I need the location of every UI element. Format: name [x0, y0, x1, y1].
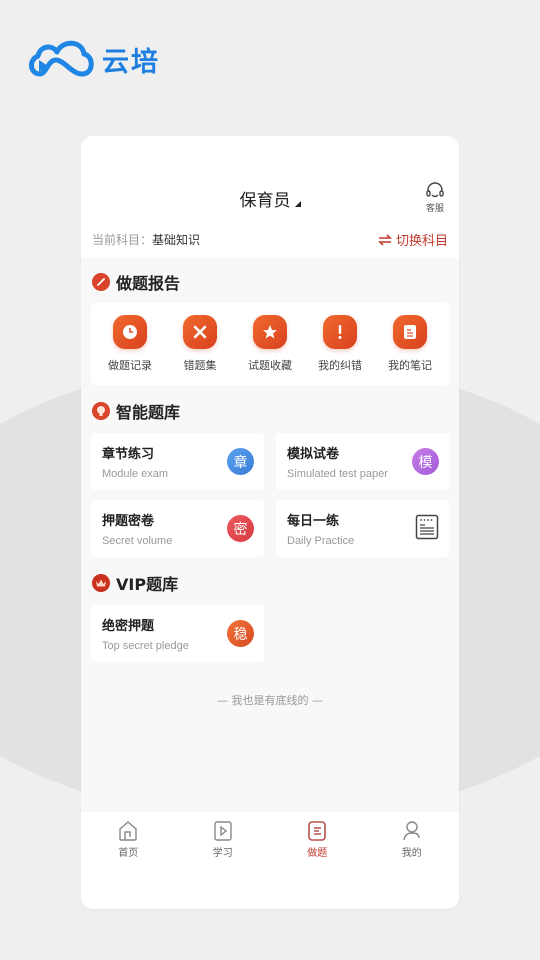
tab-mine[interactable]: 我的 [377, 820, 447, 909]
report-item-favorites[interactable]: 试题收藏 [237, 315, 303, 373]
report-item-corrections[interactable]: 我的纠错 [307, 315, 373, 373]
report-item-wrong[interactable]: 错题集 [167, 315, 233, 373]
section-vip-title: VIP题库 [92, 571, 459, 595]
mock-badge-icon: 模 [412, 448, 439, 475]
calendar-doc-icon [415, 514, 439, 540]
lightbulb-icon [92, 402, 110, 420]
star-icon [253, 315, 287, 349]
top-secret-badge-icon: 稳 [227, 620, 254, 647]
home-icon [119, 821, 137, 841]
tile-daily-practice[interactable]: 每日一练 Daily Practice [276, 500, 449, 557]
section-smart-label: 智能题库 [116, 403, 181, 422]
section-report-title: 做题报告 [92, 270, 459, 294]
note-icon [393, 315, 427, 349]
chapter-badge-icon: 章 [227, 448, 254, 475]
app-name: 云培 [102, 46, 160, 78]
dropdown-caret-icon [294, 201, 301, 207]
tile-top-secret[interactable]: 绝密押题 Top secret pledge 稳 [91, 605, 264, 662]
secret-badge-icon: 密 [227, 515, 254, 542]
report-item-history[interactable]: 做题记录 [97, 315, 163, 373]
crown-icon [92, 574, 110, 592]
headset-icon [426, 182, 444, 198]
tab-home[interactable]: 首页 [93, 820, 163, 909]
tab-label: 首页 [118, 848, 139, 859]
exam-title: 保育员 [239, 191, 291, 211]
subject-row: 当前科目：基础知识 切换科目 [92, 230, 448, 249]
subject-prefix: 当前科目： [92, 233, 153, 247]
customer-service-button[interactable]: 客服 [425, 182, 445, 214]
report-item-label: 我的纠错 [318, 359, 362, 372]
tab-label: 学习 [212, 848, 233, 859]
service-label: 客服 [425, 204, 444, 214]
current-subject: 当前科目：基础知识 [92, 231, 200, 248]
header: 保育员 客服 当前科目：基础知识 切换科目 [81, 136, 459, 258]
tile-secret-volume[interactable]: 押题密卷 Secret volume 密 [91, 500, 264, 557]
end-of-list-note: — 我也是有底线的 — [217, 694, 323, 707]
tile-chapter-practice[interactable]: 章节练习 Module exam 章 [91, 433, 264, 490]
app-logo: 云培 [26, 38, 160, 80]
report-item-label: 做题记录 [108, 359, 152, 372]
user-icon [403, 821, 420, 841]
vip-bank-grid: 绝密押题 Top secret pledge 稳 [91, 605, 449, 662]
section-report-label: 做题报告 [116, 274, 181, 293]
tab-label: 做题 [307, 848, 328, 859]
report-item-label: 我的笔记 [388, 359, 432, 372]
swap-icon [378, 233, 392, 246]
video-play-icon [214, 821, 232, 841]
bottom-tabbar: 首页 学习 做题 我的 [81, 812, 459, 909]
subject-value: 基础知识 [152, 233, 201, 247]
close-icon [183, 315, 217, 349]
report-item-notes[interactable]: 我的笔记 [377, 315, 443, 373]
report-item-label: 试题收藏 [248, 359, 292, 372]
smart-bank-grid: 章节练习 Module exam 章 模拟试卷 Simulated test p… [91, 433, 449, 557]
exclamation-icon [323, 315, 357, 349]
report-panel: 做题记录 错题集 试题收藏 我的纠错 我的笔记 [91, 303, 449, 385]
pencil-icon [92, 273, 110, 291]
tab-label: 我的 [401, 848, 422, 859]
switch-subject-button[interactable]: 切换科目 [378, 230, 448, 249]
report-item-label: 错题集 [183, 359, 217, 372]
section-vip-label: VIP题库 [116, 575, 179, 594]
exam-selector[interactable]: 保育员 [81, 186, 459, 211]
tab-practice[interactable]: 做题 [282, 820, 352, 909]
practice-doc-icon [308, 821, 327, 841]
clock-icon [113, 315, 147, 349]
tile-mock-exam[interactable]: 模拟试卷 Simulated test paper 模 [276, 433, 449, 490]
section-smart-title: 智能题库 [92, 399, 459, 423]
tab-study[interactable]: 学习 [188, 820, 258, 909]
phone-screen: 保育员 客服 当前科目：基础知识 切换科目 做题报告 做题记录 错题集 试题收藏… [81, 136, 459, 909]
cloud-play-icon [29, 40, 94, 77]
switch-subject-label: 切换科目 [395, 234, 448, 249]
